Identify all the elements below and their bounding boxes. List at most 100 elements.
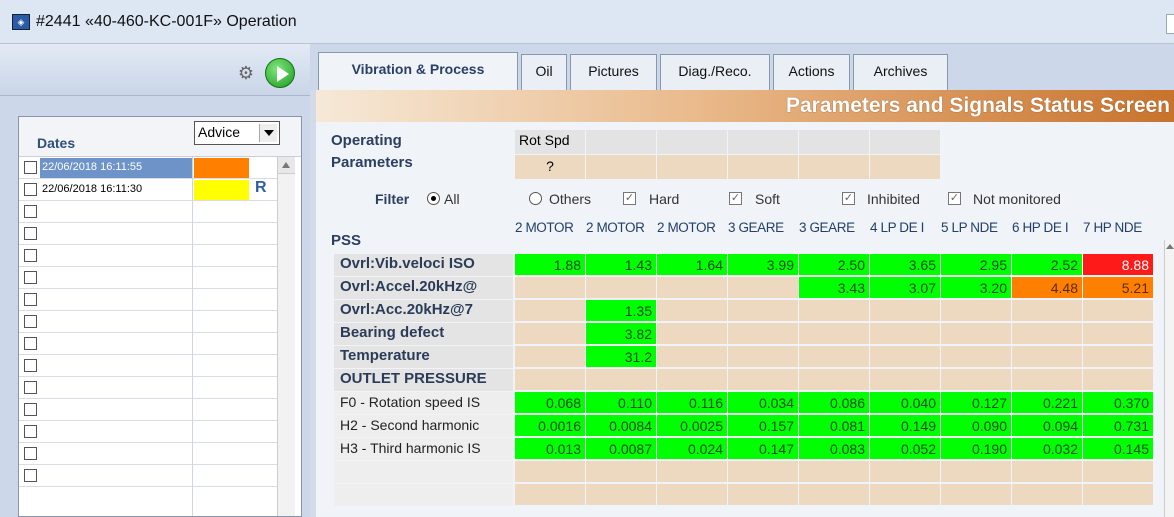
- value-cell[interactable]: [657, 369, 728, 391]
- table-row[interactable]: Ovrl:Accel.20kHz@ 3.43 3.07 3.20 4.48 5.21: [334, 277, 1174, 299]
- play-button[interactable]: [265, 58, 295, 88]
- value-cell[interactable]: [799, 300, 870, 322]
- value-cell[interactable]: [515, 461, 586, 483]
- value-cell[interactable]: [941, 461, 1012, 483]
- value-cell[interactable]: 0.024: [657, 438, 728, 460]
- value-cell[interactable]: [941, 346, 1012, 368]
- value-cell[interactable]: 0.157: [728, 415, 799, 437]
- value-cell[interactable]: 3.82: [586, 323, 657, 345]
- value-cell[interactable]: [728, 323, 799, 345]
- value-cell[interactable]: 0.0087: [586, 438, 657, 460]
- value-cell[interactable]: 0.032: [1012, 438, 1083, 460]
- value-cell[interactable]: [728, 346, 799, 368]
- value-cell[interactable]: [1012, 300, 1083, 322]
- filter-others-radio[interactable]: [529, 192, 542, 205]
- table-row[interactable]: Ovrl:Vib.veloci ISO 1.88 1.43 1.64 3.99 2.50 3…: [334, 254, 1174, 276]
- value-cell[interactable]: [515, 484, 586, 506]
- value-cell[interactable]: 0.127: [941, 392, 1012, 414]
- table-row[interactable]: F0 - Rotation speed IS 0.068 0.110 0.116 0.0…: [334, 392, 1174, 414]
- value-cell[interactable]: [1012, 323, 1083, 345]
- value-cell[interactable]: 5.21: [1083, 277, 1154, 299]
- value-cell[interactable]: 1.43: [586, 254, 657, 276]
- date-row-checkbox[interactable]: [24, 161, 37, 174]
- value-cell[interactable]: 0.731: [1083, 415, 1154, 437]
- value-cell[interactable]: [515, 300, 586, 322]
- value-cell[interactable]: 0.116: [657, 392, 728, 414]
- table-row[interactable]: H3 - Third harmonic IS 0.013 0.0087 0.024 0.…: [334, 438, 1174, 460]
- date-row[interactable]: [19, 267, 277, 289]
- tab-0[interactable]: Vibration & Process: [318, 52, 518, 90]
- date-row[interactable]: [19, 421, 277, 443]
- filter-not-monitored-label[interactable]: Not monitored: [973, 191, 1061, 207]
- value-cell[interactable]: [657, 461, 728, 483]
- filter-not-monitored-checkbox[interactable]: ✓: [948, 192, 961, 205]
- value-cell[interactable]: [1083, 300, 1154, 322]
- table-row[interactable]: Temperature 31.2: [334, 346, 1174, 368]
- date-row[interactable]: [19, 355, 277, 377]
- value-cell[interactable]: [799, 461, 870, 483]
- value-cell[interactable]: 0.110: [586, 392, 657, 414]
- value-cell[interactable]: [870, 346, 941, 368]
- value-cell[interactable]: 0.145: [1083, 438, 1154, 460]
- value-cell[interactable]: 0.081: [799, 415, 870, 437]
- value-cell[interactable]: [941, 323, 1012, 345]
- date-row-date[interactable]: 22/06/2018 16:11:55: [40, 158, 192, 178]
- filter-inhibited-label[interactable]: Inhibited: [867, 191, 920, 207]
- date-row-checkbox[interactable]: [24, 469, 37, 482]
- settings-gear-icon[interactable]: ⚙: [233, 62, 259, 84]
- value-cell[interactable]: 0.040: [870, 392, 941, 414]
- value-cell[interactable]: [1083, 461, 1154, 483]
- value-cell[interactable]: 0.0016: [515, 415, 586, 437]
- date-row[interactable]: 22/06/2018 16:11:30 R: [19, 179, 277, 201]
- value-cell[interactable]: 0.149: [870, 415, 941, 437]
- value-cell[interactable]: 0.034: [728, 392, 799, 414]
- value-cell[interactable]: [515, 369, 586, 391]
- date-row-checkbox[interactable]: [24, 381, 37, 394]
- value-cell[interactable]: 0.052: [870, 438, 941, 460]
- value-cell[interactable]: [657, 300, 728, 322]
- value-cell[interactable]: [1083, 484, 1154, 506]
- value-cell[interactable]: 3.20: [941, 277, 1012, 299]
- filter-soft-checkbox[interactable]: ✓: [729, 192, 742, 205]
- value-cell[interactable]: 4.48: [1012, 277, 1083, 299]
- value-cell[interactable]: 0.086: [799, 392, 870, 414]
- filter-hard-checkbox[interactable]: ✓: [623, 192, 636, 205]
- value-cell[interactable]: 0.147: [728, 438, 799, 460]
- window-control[interactable]: [1166, 14, 1174, 34]
- value-cell[interactable]: [728, 484, 799, 506]
- value-cell[interactable]: 3.99: [728, 254, 799, 276]
- date-row-checkbox[interactable]: [24, 293, 37, 306]
- date-row-checkbox[interactable]: [24, 359, 37, 372]
- filter-hard-label[interactable]: Hard: [649, 191, 679, 207]
- date-row[interactable]: [19, 333, 277, 355]
- date-row-checkbox[interactable]: [24, 337, 37, 350]
- advice-dropdown[interactable]: Advice: [194, 121, 280, 145]
- value-cell[interactable]: [728, 300, 799, 322]
- grid-scrollbar[interactable]: [1164, 240, 1174, 517]
- table-row[interactable]: [334, 461, 1174, 483]
- value-cell[interactable]: 3.07: [870, 277, 941, 299]
- table-row[interactable]: Ovrl:Acc.20kHz@7 1.35: [334, 300, 1174, 322]
- chevron-down-icon[interactable]: [259, 124, 277, 142]
- value-cell[interactable]: [870, 461, 941, 483]
- tab-3[interactable]: Diag./Reco.: [660, 54, 770, 90]
- value-cell[interactable]: [799, 346, 870, 368]
- value-cell[interactable]: [870, 484, 941, 506]
- date-row-checkbox[interactable]: [24, 205, 37, 218]
- value-cell[interactable]: 0.083: [799, 438, 870, 460]
- scroll-up-icon[interactable]: [278, 157, 295, 174]
- value-cell[interactable]: [941, 484, 1012, 506]
- value-cell[interactable]: 1.35: [586, 300, 657, 322]
- date-row[interactable]: [19, 289, 277, 311]
- value-cell[interactable]: [1012, 346, 1083, 368]
- value-cell[interactable]: [657, 484, 728, 506]
- date-row-checkbox[interactable]: [24, 271, 37, 284]
- value-cell[interactable]: [728, 277, 799, 299]
- value-cell[interactable]: [657, 323, 728, 345]
- value-cell[interactable]: 0.0084: [586, 415, 657, 437]
- value-cell[interactable]: [586, 461, 657, 483]
- date-row[interactable]: [19, 377, 277, 399]
- value-cell[interactable]: [870, 323, 941, 345]
- date-row-checkbox[interactable]: [24, 227, 37, 240]
- date-row-checkbox[interactable]: [24, 183, 37, 196]
